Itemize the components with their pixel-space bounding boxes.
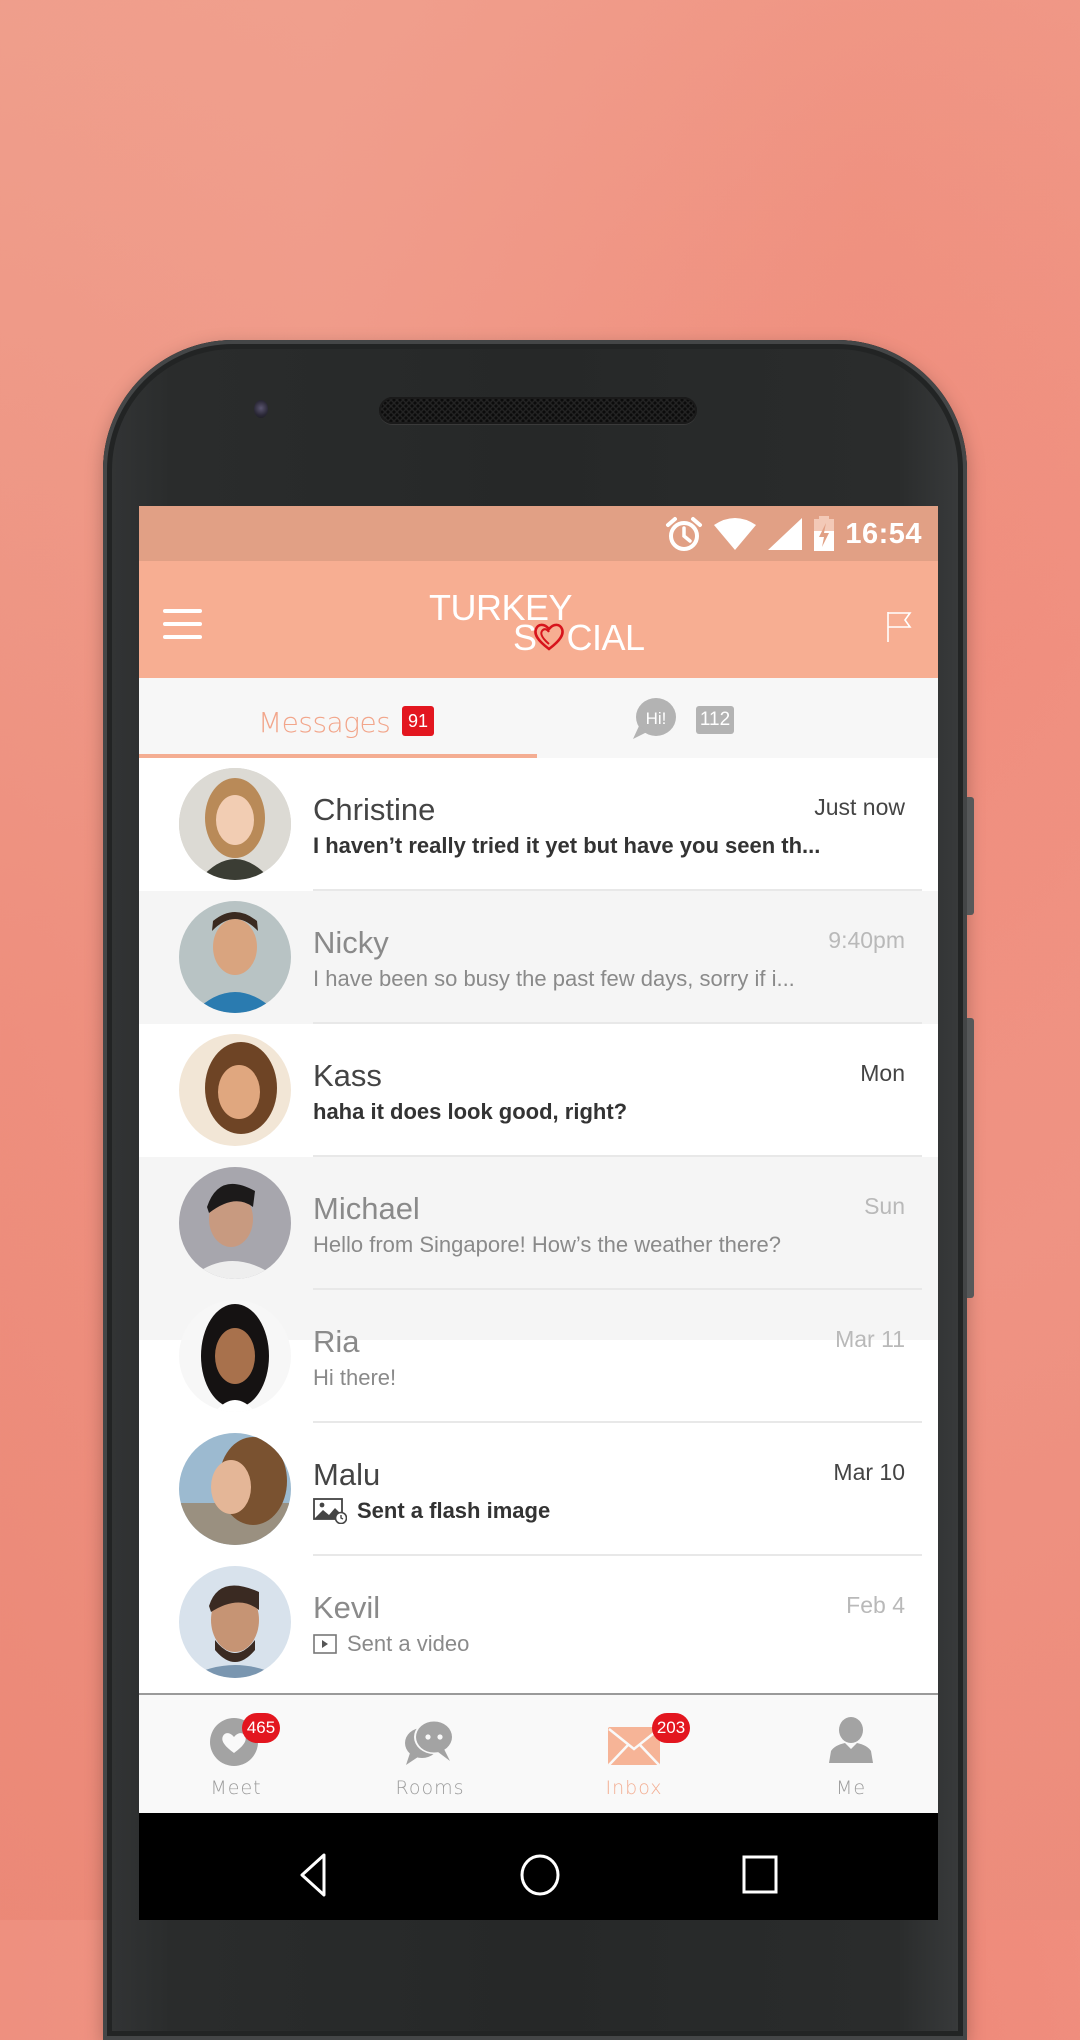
contact-name: Kass (313, 1058, 382, 1093)
message-preview: I have been so busy the past few days, s… (313, 966, 795, 991)
avatar (179, 1566, 291, 1678)
contact-name: Christine (313, 792, 436, 827)
message-preview: I haven’t really tried it yet but have y… (313, 833, 821, 858)
svg-text:Hi!: Hi! (646, 709, 667, 728)
messages-count-badge: 91 (402, 706, 434, 736)
nav-me[interactable]: Me (751, 1695, 938, 1815)
conversation-row[interactable]: Ria Mar 11 Hi there! (139, 1290, 938, 1423)
nav-rooms-label: Rooms (395, 1777, 465, 1799)
flash-image-icon (313, 1498, 347, 1524)
tab-messages[interactable]: Messages 91 (139, 678, 536, 758)
home-icon[interactable] (519, 1853, 561, 1897)
conversation-row[interactable]: Malu Mar 10 Sent a flash image (139, 1423, 938, 1556)
message-time: 9:40pm (828, 927, 905, 953)
message-preview: Sent a video (313, 1631, 469, 1657)
tab-bar: Messages 91 Hi! 112 (139, 678, 938, 758)
conversation-row[interactable]: Christine Just now I haven’t really trie… (139, 758, 938, 891)
message-time: Mar 10 (833, 1459, 905, 1485)
inbox-badge: 203 (652, 1713, 690, 1743)
hi-count-badge: 112 (696, 706, 734, 734)
app-logo: TURKEY S CIAL (429, 587, 649, 658)
avatar (179, 901, 291, 1013)
nav-meet[interactable]: 465 Meet (139, 1695, 336, 1815)
video-icon (313, 1634, 337, 1654)
phone-power-button (967, 797, 974, 915)
hi-bubble-icon: Hi! (633, 698, 676, 739)
status-time: 16:54 (845, 517, 922, 550)
alarm-icon (666, 517, 703, 551)
conversation-row[interactable]: Kass Mon haha it does look good, right? (139, 1024, 938, 1157)
message-preview: haha it does look good, right? (313, 1099, 628, 1124)
nav-rooms[interactable]: Rooms (330, 1695, 530, 1815)
avatar (179, 1433, 291, 1545)
phone-volume-button (967, 1018, 974, 1298)
battery-charging-icon (814, 516, 835, 551)
front-camera (254, 400, 268, 418)
contact-name: Kevil (313, 1590, 381, 1625)
tab-messages-label: Messages (258, 706, 391, 739)
contact-name: Nicky (313, 925, 389, 960)
message-time: Mar 11 (835, 1326, 905, 1352)
avatar (179, 768, 291, 880)
tab-hi[interactable]: Hi! 112 (536, 678, 938, 758)
app-header: TURKEY S CIAL (139, 561, 938, 678)
signal-icon (768, 518, 803, 550)
wifi-icon (714, 518, 757, 550)
person-icon (829, 1717, 873, 1763)
avatar (179, 1167, 291, 1279)
earpiece-speaker (379, 397, 697, 424)
recents-icon[interactable] (742, 1855, 778, 1895)
status-bar: 16:54 (139, 506, 938, 561)
bottom-navigation: 465 Meet Rooms 203 Inbox Me (139, 1693, 938, 1815)
system-navigation-bar (139, 1813, 938, 1920)
message-time: Just now (814, 794, 905, 820)
flag-icon[interactable] (886, 611, 912, 643)
heart-logo-icon (534, 623, 564, 651)
app-screen: 16:54 TURKEY S CIAL Messages 91 Hi! 112 … (139, 506, 938, 1920)
conversation-row[interactable]: Kevil Feb 4 Sent a video (139, 1556, 938, 1693)
conversation-list: Christine Just now I haven’t really trie… (139, 758, 938, 1693)
chat-bubbles-icon (405, 1720, 454, 1765)
message-time: Sun (864, 1193, 905, 1219)
message-preview: Hi there! (313, 1365, 397, 1390)
message-preview: Sent a flash image (313, 1498, 550, 1524)
contact-name: Michael (313, 1191, 420, 1226)
nav-meet-label: Meet (210, 1777, 262, 1799)
message-time: Feb 4 (846, 1592, 905, 1618)
contact-name: Ria (313, 1324, 360, 1359)
back-icon[interactable] (299, 1853, 327, 1897)
nav-me-label: Me (835, 1777, 867, 1799)
hamburger-menu-icon[interactable] (163, 609, 203, 639)
meet-badge: 465 (242, 1713, 280, 1743)
conversation-row[interactable]: Nicky 9:40pm I have been so busy the pas… (139, 891, 938, 1024)
message-time: Mon (860, 1060, 905, 1086)
message-preview: Hello from Singapore! How’s the weather … (313, 1232, 781, 1257)
nav-inbox[interactable]: 203 Inbox (534, 1695, 734, 1815)
contact-name: Malu (313, 1457, 381, 1492)
avatar (179, 1300, 291, 1412)
nav-inbox-label: Inbox (605, 1777, 663, 1799)
conversation-row[interactable]: Michael Sun Hello from Singapore! How’s … (139, 1157, 938, 1290)
avatar (179, 1034, 291, 1146)
